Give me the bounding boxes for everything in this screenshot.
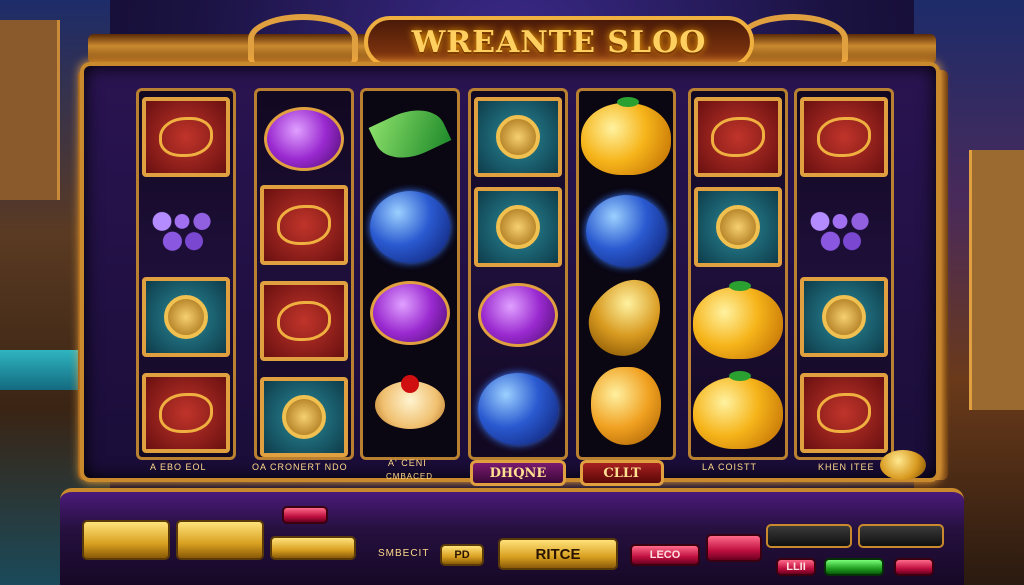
cherry-cake-icon [375,375,445,429]
strip-label-center-right: LA COISTT [702,462,758,472]
pd-button[interactable]: PD [440,544,484,566]
ornament-scroll-right [738,14,848,64]
coin-pile-icon [880,450,926,480]
blue-plum-icon [370,191,450,263]
strip-label-left: A EBO EOL [150,462,207,472]
bet-button-2[interactable] [176,520,264,560]
strip-label-center: A' CENI [388,458,427,468]
ornament-scroll-left [248,14,358,64]
red-ornate-tile [142,97,230,177]
reel-1 [136,88,236,460]
blue-plum-icon [586,195,666,267]
purple-berry-icon [478,283,558,347]
red-ornate-tile [800,97,888,177]
plaque-right: CLLT [580,460,664,486]
blue-plum-slice-icon [478,373,558,445]
gold-frame-tile [260,377,348,457]
strip-label-right: KHEN ITEE [818,462,875,472]
grapes-icon [804,195,884,261]
gold-medallion-tile [474,187,562,267]
bottom-button-2[interactable] [824,558,884,576]
grapes-icon [146,195,226,261]
small-red-button[interactable] [282,506,328,524]
bottom-button-1[interactable]: LLII [776,558,816,576]
game-title: WREANTE SLOO [411,24,707,60]
temple-building-right [969,150,1024,410]
red-action-button[interactable]: LECO [630,544,700,566]
green-leaf-icon [368,98,452,170]
bottom-button-3[interactable] [894,558,934,576]
control-console: SMBECIT PD RITCE LECO LLII [60,488,964,585]
bet-button-3[interactable] [270,536,356,560]
reel-4 [468,88,568,460]
purple-berry-icon [264,107,344,171]
reel-7 [794,88,894,460]
orange-icon [693,281,783,359]
teal-medallion-tile [142,277,230,357]
strip-label-center-sub: CMBACED [386,472,434,481]
side-panel-2[interactable] [858,524,944,548]
gold-medallion-tile [474,97,562,177]
red-emblem-tile [694,97,782,177]
orange-icon [693,371,783,449]
plaque-left: DHQNE [470,460,566,486]
title-plate: WREANTE SLOO [364,16,754,68]
purple-berry-icon [370,281,450,345]
bet-label: SMBECIT [378,548,430,559]
gold-emblem-tile [694,187,782,267]
bet-button-1[interactable] [82,520,170,560]
teal-medallion-tile [800,277,888,357]
red-ornate-tile [800,373,888,453]
side-panel-1[interactable] [766,524,852,548]
red-side-button[interactable] [706,534,762,562]
spin-button[interactable]: RITCE [498,538,618,570]
red-ornate-tile [142,373,230,453]
reel-3 [360,88,460,460]
reel-5 [576,88,676,460]
red-emblem-tile [260,281,348,361]
gold-lemon-icon [576,265,676,369]
red-emblem-tile [260,185,348,265]
orange-icon [581,97,671,175]
reel-6 [688,88,788,460]
gold-pear-icon [591,367,661,445]
reel-2 [254,88,354,460]
strip-label-center-left: OA CRONERT NDO [252,462,348,472]
